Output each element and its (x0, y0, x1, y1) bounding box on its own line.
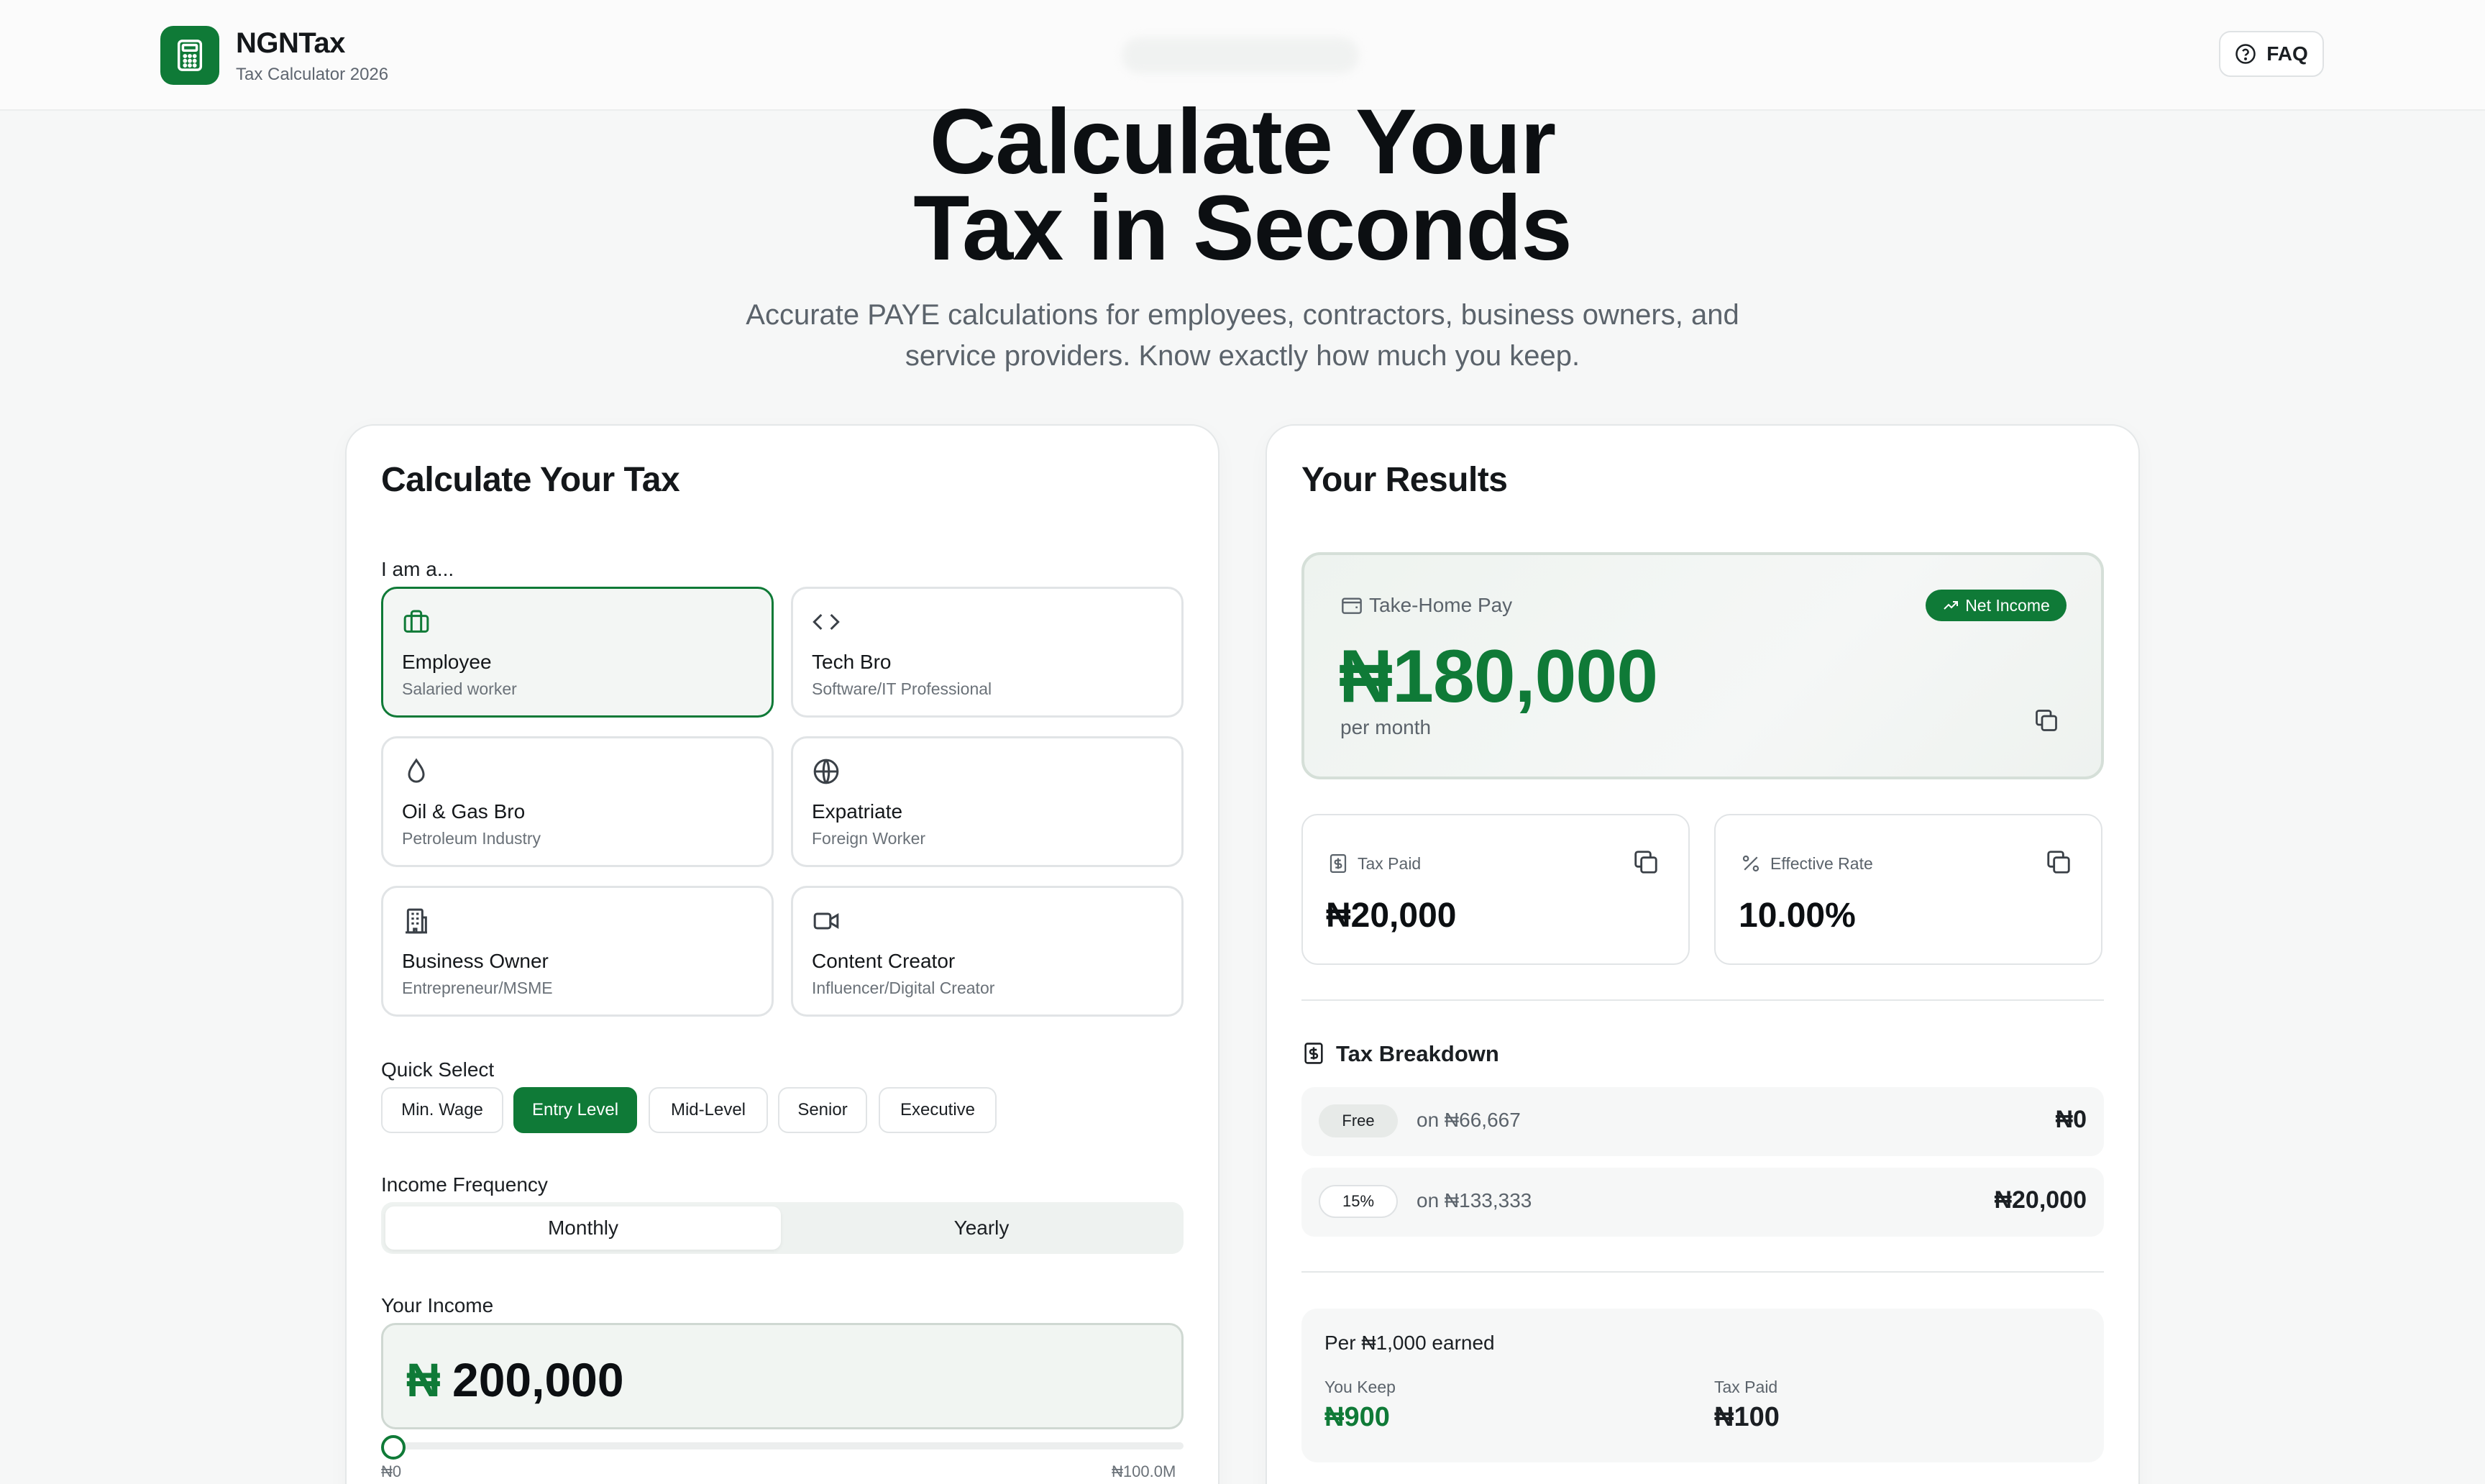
chip-entry-level[interactable]: Entry Level (513, 1087, 637, 1133)
hero-title-line2: Tax in Seconds (913, 177, 1572, 280)
chip-senior[interactable]: Senior (778, 1087, 867, 1133)
rate-badge: 15% (1319, 1185, 1398, 1218)
blurred-nav-pill (1122, 37, 1359, 73)
role-business-owner[interactable]: Business Owner Entrepreneur/MSME (381, 886, 774, 1017)
tax-paid-value: ₦20,000 (1326, 897, 1457, 935)
divider (1301, 1271, 2104, 1273)
wallet-icon (1342, 597, 1362, 614)
role-title: Business Owner (402, 950, 549, 972)
role-employee[interactable]: Employee Salaried worker (381, 587, 774, 718)
per-tax-value: ₦100 (1714, 1402, 1780, 1432)
net-income-label: Net Income (1965, 595, 2050, 615)
per-thousand-title: Per ₦1,000 earned (1324, 1332, 1495, 1354)
droplet-icon (408, 758, 425, 783)
you-keep-value: ₦900 (1324, 1402, 1390, 1432)
tax-paid-card: Tax Paid ₦20,000 (1301, 814, 1690, 965)
take-home-value: ₦180,000 (1339, 635, 1658, 718)
frequency-toggle: Monthly Yearly (381, 1202, 1184, 1254)
role-title: Content Creator (812, 950, 956, 972)
frequency-monthly[interactable]: Monthly (385, 1206, 781, 1250)
take-home-label: Take-Home Pay (1369, 594, 1513, 616)
copy-icon[interactable] (1632, 848, 1660, 876)
hero-title: Calculate Your Tax in Seconds (0, 91, 2485, 280)
calculator-title: Calculate Your Tax (381, 461, 680, 499)
brand-name[interactable]: NGNTax (236, 27, 345, 60)
hero-title-line1: Calculate Your (929, 91, 1556, 193)
role-title: Tech Bro (812, 651, 892, 673)
rate-badge: Free (1319, 1104, 1398, 1137)
breakdown-base: on ₦66,667 (1417, 1109, 1521, 1131)
income-slider-handle[interactable] (381, 1435, 406, 1460)
role-title: Oil & Gas Bro (402, 800, 526, 823)
hero-subtitle: Accurate PAYE calculations for employees… (703, 295, 1782, 377)
copy-icon[interactable] (2033, 707, 2059, 733)
video-icon (813, 912, 839, 930)
frequency-label: Income Frequency (381, 1173, 548, 1196)
chip-executive[interactable]: Executive (879, 1087, 997, 1133)
role-subtitle: Entrepreneur/MSME (402, 979, 553, 997)
receipt-icon (1330, 854, 1347, 873)
brand-subtitle: Tax Calculator 2026 (236, 65, 389, 84)
role-subtitle: Petroleum Industry (402, 829, 541, 848)
slider-min-label: ₦0 (381, 1462, 402, 1480)
income-slider-track[interactable] (393, 1442, 1184, 1449)
hero-subtitle-line1: Accurate PAYE calculations for employees… (746, 299, 1739, 331)
results-title: Your Results (1301, 461, 1508, 499)
building-icon (406, 908, 427, 934)
quick-select-label: Quick Select (381, 1058, 495, 1081)
copy-icon[interactable] (2045, 848, 2072, 876)
effective-rate-card: Effective Rate 10.00% (1714, 814, 2102, 965)
take-home-period: per month (1340, 716, 1432, 738)
globe-icon (813, 759, 839, 784)
help-circle-icon (2235, 44, 2256, 64)
per-tax-label: Tax Paid (1714, 1378, 1778, 1396)
effective-rate-value: 10.00% (1739, 897, 1856, 935)
briefcase-icon (403, 610, 429, 633)
per-thousand-card: Per ₦1,000 earned You Keep ₦900 Tax Paid… (1301, 1309, 2104, 1462)
tax-paid-label: Tax Paid (1358, 854, 1422, 873)
chip-mid-level[interactable]: Mid-Level (649, 1087, 768, 1133)
income-label: Your Income (381, 1294, 494, 1316)
income-value[interactable]: 200,000 (452, 1352, 624, 1407)
effective-rate-label: Effective Rate (1770, 854, 1873, 873)
faq-label: FAQ (2266, 42, 2308, 65)
you-keep-label: You Keep (1324, 1378, 1396, 1396)
slider-max-label: ₦100.0M (1112, 1462, 1176, 1480)
role-content-creator[interactable]: Content Creator Influencer/Digital Creat… (791, 886, 1184, 1017)
breakdown-row: 15% on ₦133,333 ₦20,000 (1301, 1168, 2104, 1237)
receipt-icon (1304, 1043, 1323, 1064)
percent-icon (1742, 855, 1759, 872)
role-expatriate[interactable]: Expatriate Foreign Worker (791, 736, 1184, 867)
breakdown-row: Free on ₦66,667 ₦0 (1301, 1087, 2104, 1156)
role-subtitle: Salaried worker (402, 679, 517, 698)
breakdown-amount: ₦20,000 (1994, 1186, 2087, 1214)
code-icon (813, 613, 840, 631)
role-subtitle: Foreign Worker (812, 829, 926, 848)
faq-button[interactable]: FAQ (2219, 31, 2324, 77)
income-input[interactable]: ₦ 200,000 (381, 1323, 1184, 1429)
hero-subtitle-line2: service providers. Know exactly how much… (905, 340, 1580, 372)
take-home-panel: Take-Home Pay Net Income ₦180,000 per mo… (1301, 552, 2104, 779)
tax-breakdown-title: Tax Breakdown (1336, 1041, 1499, 1066)
trending-up-icon (1944, 601, 1959, 610)
breakdown-base: on ₦133,333 (1417, 1189, 1532, 1212)
role-title: Employee (402, 651, 492, 673)
chip-min-wage[interactable]: Min. Wage (381, 1087, 503, 1133)
role-oil-gas[interactable]: Oil & Gas Bro Petroleum Industry (381, 736, 774, 867)
calculator-logo-icon[interactable] (160, 26, 219, 85)
naira-symbol: ₦ (406, 1353, 441, 1406)
role-tech-bro[interactable]: Tech Bro Software/IT Professional (791, 587, 1184, 718)
role-title: Expatriate (812, 800, 903, 823)
role-label: I am a... (381, 558, 454, 580)
frequency-yearly[interactable]: Yearly (784, 1206, 1179, 1250)
net-income-badge: Net Income (1926, 590, 2067, 621)
role-subtitle: Influencer/Digital Creator (812, 979, 995, 997)
divider (1301, 999, 2104, 1001)
role-subtitle: Software/IT Professional (812, 679, 992, 698)
breakdown-amount: ₦0 (2055, 1106, 2087, 1133)
